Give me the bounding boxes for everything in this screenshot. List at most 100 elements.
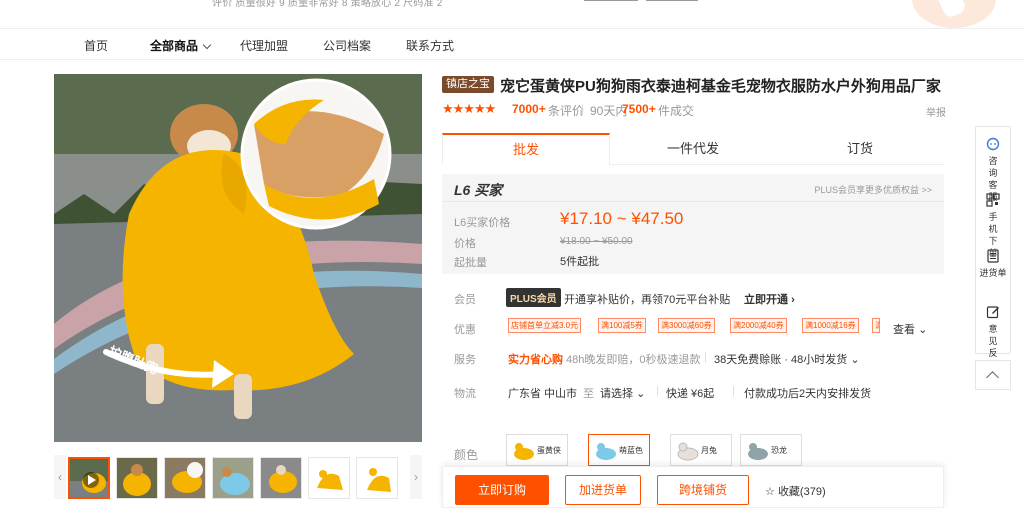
back-to-top-button[interactable] [975,360,1011,390]
shipping-fee: 快递 ¥6起 [666,388,715,400]
thumb-3[interactable] [164,457,206,499]
color-name: 蛋黄侠 [537,446,561,455]
service-label: 服务 [454,354,476,366]
plus-benefits-link[interactable]: PLUS会员享更多优质权益 >> [814,183,932,196]
chevron-down-icon: ⌄ [636,388,646,400]
coupon-tag[interactable]: 满1000减16券 [802,318,859,333]
review-count[interactable]: 7000+ [512,102,546,116]
star-rating-icon: ★★★★★ [442,101,496,116]
buyer-level: L6 买家 [454,182,503,198]
color-option[interactable]: 恐龙 [740,434,802,466]
color-name: 月兔 [701,446,717,455]
coupon-tag[interactable]: 满2000减40券 [730,318,787,333]
thumb-2[interactable] [116,457,158,499]
coupon-tag[interactable]: 满3000减60券 [658,318,715,333]
color-option-selected[interactable]: 萌蓝色 [588,434,650,466]
discount-more[interactable]: 查看 ⌄ [893,321,927,337]
thumbnail-strip: ‹ › [54,455,422,499]
swatch-icon [514,443,534,460]
nav-all-products[interactable]: 全部商品 [150,37,212,54]
chat-icon [986,137,1000,151]
rating-row: ★★★★★ 7000+ 条评价 | 90天内 7500+ 件成交 [442,101,952,118]
side-cart[interactable]: 进货单 [976,239,1010,295]
video-thumbnail [70,459,108,497]
top-strip: 评价 质量很好 9 质量非常好 8 策略放心 2 尺码准 2 [0,0,1024,28]
orig-price: ¥18.00 ~ ¥50.00 [560,236,633,247]
service-text: 48h晚发即赔，0秒极速退款 [566,354,701,366]
plus-badge: PLUS会员 [506,288,561,307]
chevron-down-icon [202,40,212,50]
coupon-tag[interactable]: 店铺首单立减3.0元 [508,318,582,333]
buyer-price: ¥17.10 ~ ¥47.50 [560,209,684,228]
add-to-cart-button[interactable]: 加进货单 [565,475,641,505]
color-option[interactable]: 月兔 [670,434,732,466]
buyer-price-label: L6买家价格 [454,217,511,229]
cross-border-button[interactable]: 跨境铺货 [657,475,749,505]
divider: | [732,385,735,397]
discount-more-label: 查看 [893,324,915,336]
service-row: 服务 实力省心购 48h晚发即赔，0秒极速退款 | 38天免费赊账 · 48小时… [442,348,952,368]
discount-row: 优惠 店铺首单立减3.0元 满100减5券 满3000减60券 满2000减40… [442,318,952,338]
side-mobile-order[interactable]: 手机下单 [976,183,1010,258]
divider: | [581,102,585,116]
nav-contact[interactable]: 联系方式 [406,37,454,54]
favorite-button[interactable]: ☆ 收藏(379) [765,483,826,499]
price-box-header: L6 买家 PLUS会员享更多优质权益 >> [442,174,944,202]
chevron-up-icon [986,371,999,384]
thumb-7[interactable] [356,457,398,499]
review-tags: 评价 质量很好 9 质量非常好 8 策略放心 2 尺码准 2 [212,0,443,9]
nav-company-profile[interactable]: 公司档案 [323,37,371,54]
thumb-prev-button[interactable]: ‹ [54,455,66,499]
member-label: 会员 [454,294,476,306]
nav-agency[interactable]: 代理加盟 [240,37,288,54]
divider [646,0,698,1]
product-photo: 护腹肚兜 [54,74,422,442]
thumb-6[interactable] [308,457,350,499]
tab-order[interactable]: 订货 [776,133,944,165]
color-option[interactable]: 蛋黄侠 [506,434,568,466]
discount-label: 优惠 [454,324,476,336]
ship-to-select[interactable]: 请选择 ⌄ [600,385,645,401]
coupon-tag[interactable]: 满100减5券 [598,318,646,333]
member-activate-link[interactable]: 立即开通 › [744,291,795,307]
main-product-image[interactable]: 护腹肚兜 [54,74,422,442]
service-highlight: 实力省心购 [508,354,563,366]
tab-dropship[interactable]: 一件代发 [610,133,776,165]
color-label: 颜色 [454,448,479,462]
review-label: 条评价 [548,104,585,118]
service-credit-link[interactable]: 38天免费赊账 · 48小时发货 ⌄ [714,351,860,367]
coupon-tag-partial[interactable]: 满 [872,318,880,333]
tab-wholesale[interactable]: 批发 [442,133,610,165]
chevron-down-icon: ⌄ [850,354,860,366]
divider: | [656,385,659,397]
thumb-next-button[interactable]: › [410,455,422,499]
orig-price-label: 价格 [454,238,476,250]
moq-value: 5件起批 [560,256,600,268]
side-feedback[interactable]: 意见反馈 [976,295,1010,370]
side-customer-service[interactable]: 咨询客服 [976,127,1010,202]
favorite-label: 收藏(379) [777,486,826,498]
thumb-5[interactable] [260,457,302,499]
sold-label: 件成交 [658,104,695,118]
star-outline-icon: ☆ [765,486,775,498]
member-activate-label: 立即开通 [744,294,788,306]
color-name: 萌蓝色 [619,446,643,455]
edit-icon [986,306,999,319]
color-name: 恐龙 [771,446,787,455]
side-label: 进货单 [979,268,1007,278]
member-row: 会员 PLUS会员 开通享补贴价，再领70元平台补贴 立即开通 › [442,288,952,308]
product-title-row: 镇店之宝 宠它蛋黄侠PU狗狗雨衣泰迪柯基金毛宠物衣服防水户外狗用品厂家 [442,74,952,96]
qr-code-icon [986,193,1000,207]
purchase-mode-tabs: 批发 一件代发 订货 [442,133,944,165]
swatch-icon [596,443,616,460]
nav-all-products-label: 全部商品 [150,39,199,53]
thumb-4[interactable] [212,457,254,499]
report-link[interactable]: 举报 [926,104,946,119]
shop-badge: 镇店之宝 [442,76,494,93]
shop-nav: 首页 全部商品 代理加盟 公司档案 联系方式 [0,28,1024,60]
moq-label: 起批量 [454,257,487,269]
service-credit-label: 38天免费赊账 · 48小时发货 [714,354,848,366]
nav-home[interactable]: 首页 [84,37,108,54]
thumb-video[interactable] [68,457,110,499]
buy-now-button[interactable]: 立即订购 [455,475,549,505]
